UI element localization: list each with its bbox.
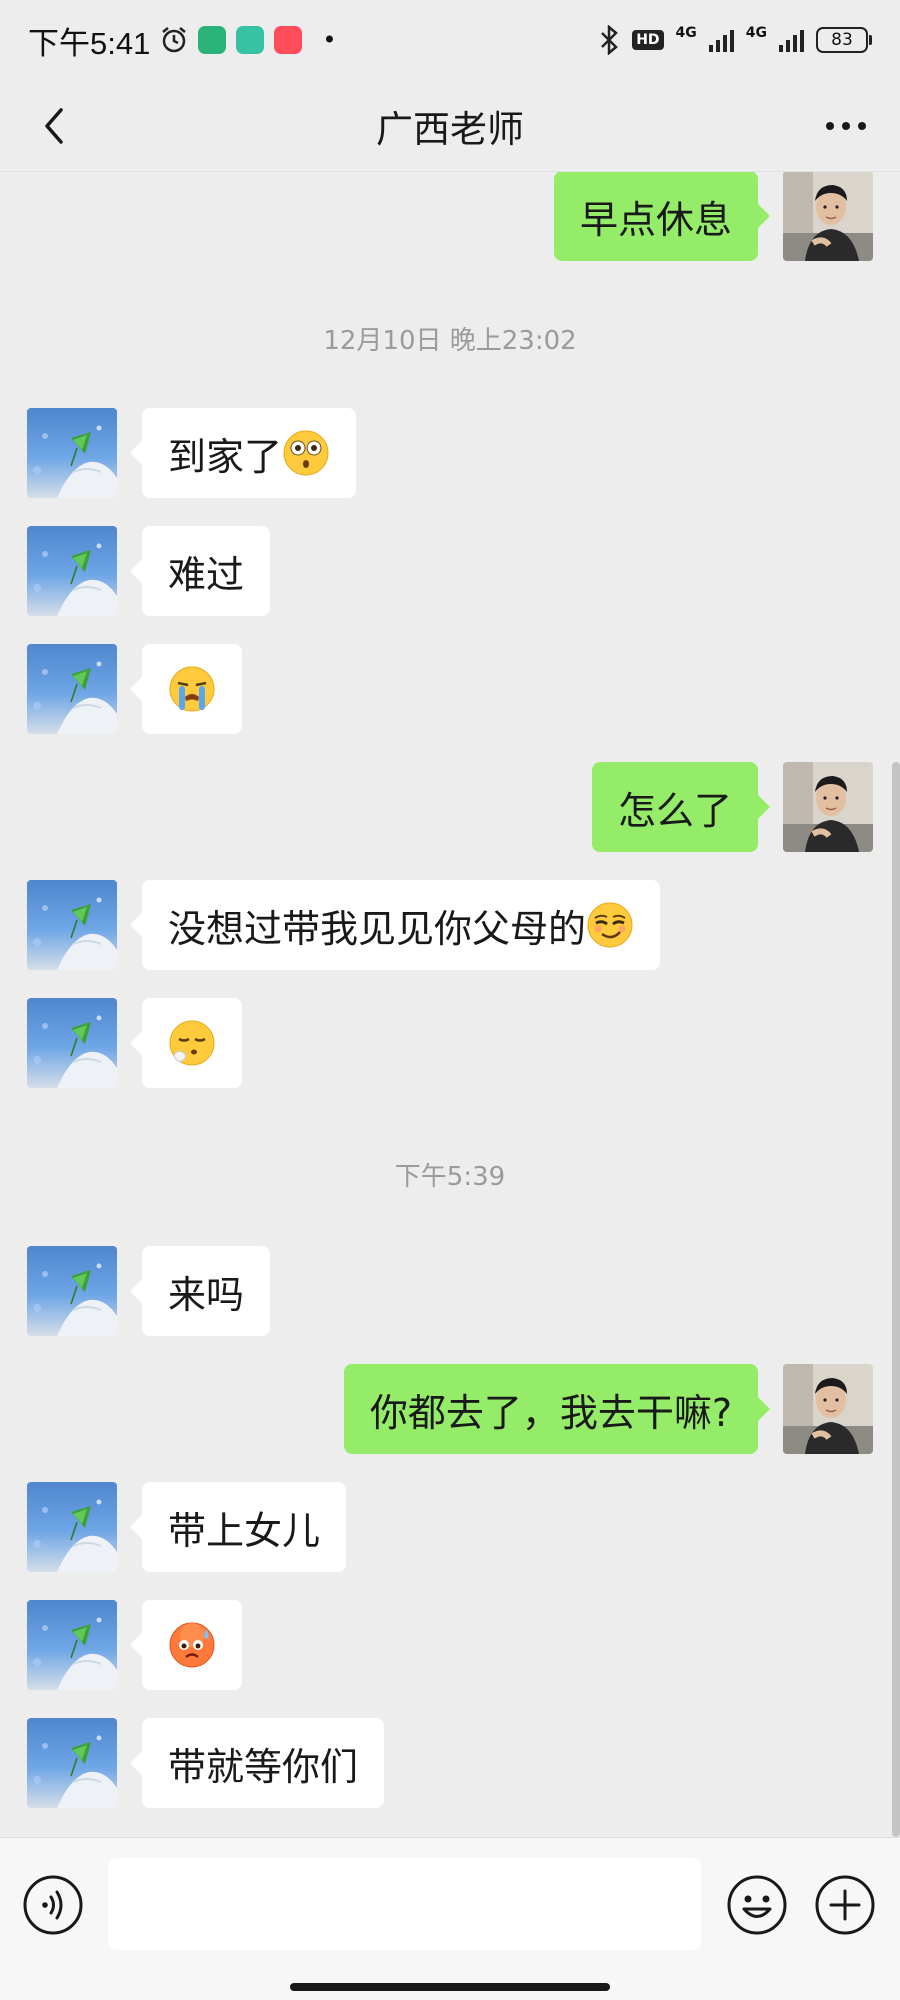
message-bubble[interactable]: 你都去了，我去干嘛? (343, 1364, 771, 1454)
avatar-contact[interactable] (27, 644, 117, 734)
battery-level: 83 (816, 27, 868, 53)
message-bubble[interactable]: 难过 (129, 526, 271, 616)
avatar-self[interactable] (783, 172, 873, 261)
avatar-contact[interactable] (27, 408, 117, 498)
back-button[interactable] (28, 100, 80, 152)
chat-title: 广西老师 (376, 107, 524, 151)
voice-icon (23, 1875, 83, 1935)
message-bubble[interactable]: 带就等你们 (129, 1718, 385, 1808)
avatar-contact[interactable] (27, 1482, 117, 1572)
status-time: 下午5:41 (28, 25, 151, 61)
message-bubble[interactable]: 来吗 (129, 1246, 271, 1336)
network-type-1: 4G (675, 25, 697, 41)
message-incoming: 来吗 (27, 1246, 271, 1336)
message-incoming (27, 1600, 242, 1690)
flushed-face-emoji-icon (282, 429, 330, 477)
app-notification-icon (274, 26, 303, 54)
avatar-self[interactable] (783, 1364, 873, 1454)
avatar-contact[interactable] (27, 880, 117, 970)
message-outgoing: 早点休息 (553, 172, 873, 261)
message-incoming (27, 998, 242, 1088)
smirk-face-emoji-icon (586, 901, 634, 949)
message-incoming (27, 644, 242, 734)
more-notifications-dot: • (322, 26, 337, 54)
crying-face-emoji-icon (168, 665, 216, 713)
chevron-left-icon (45, 108, 63, 144)
sigh-face-emoji-icon (168, 1019, 216, 1067)
message-bubble[interactable]: 到家了 (129, 408, 357, 498)
nav-bar: 广西老师 (0, 80, 900, 172)
message-input[interactable] (108, 1858, 701, 1950)
input-bar (0, 1837, 900, 2000)
timestamp: 下午5:39 (394, 1162, 506, 1192)
status-bar: 下午5:41 • HD 4G 4G 83 (0, 0, 900, 80)
voice-button[interactable] (22, 1874, 84, 1936)
message-outgoing: 你都去了，我去干嘛? (343, 1364, 873, 1454)
message-incoming: 带上女儿 (27, 1482, 347, 1572)
avatar-contact[interactable] (27, 1246, 117, 1336)
chat-scrollbar[interactable] (892, 762, 900, 1837)
message-incoming: 带就等你们 (27, 1718, 385, 1808)
app-notification-icon (198, 26, 227, 54)
bluetooth-icon (601, 25, 619, 55)
emoji-button[interactable] (726, 1874, 788, 1936)
avatar-self[interactable] (783, 762, 873, 852)
emoji-icon (727, 1875, 787, 1935)
more-button[interactable] (820, 100, 872, 152)
message-bubble[interactable] (130, 644, 242, 734)
message-bubble[interactable]: 怎么了 (591, 762, 771, 852)
message-bubble[interactable] (130, 998, 242, 1088)
chat-message-list[interactable]: 早点休息 12月10日 晚上23:02 到家了 难过 怎么了 没想过带我见见你父… (0, 172, 900, 1837)
plus-icon (815, 1875, 875, 1935)
message-incoming: 没想过带我见见你父母的 (27, 880, 661, 970)
app-notification-icon (236, 26, 265, 54)
home-indicator[interactable] (290, 1983, 610, 1991)
avatar-contact[interactable] (27, 1718, 117, 1808)
avatar-contact[interactable] (27, 526, 117, 616)
avatar-contact[interactable] (27, 1600, 117, 1690)
message-incoming: 到家了 (27, 408, 357, 498)
avatar-contact[interactable] (27, 998, 117, 1088)
message-outgoing: 怎么了 (591, 762, 873, 852)
message-bubble[interactable] (130, 1600, 242, 1690)
alarm-icon (162, 27, 187, 53)
signal-icon (708, 28, 734, 52)
battery-icon: 83 (816, 27, 872, 53)
timestamp: 12月10日 晚上23:02 (323, 326, 577, 356)
message-bubble[interactable]: 带上女儿 (129, 1482, 347, 1572)
message-incoming: 难过 (27, 526, 271, 616)
network-type-2: 4G (745, 25, 767, 41)
sweat-face-emoji-icon (168, 1621, 216, 1669)
more-functions-button[interactable] (814, 1874, 876, 1936)
more-dots-icon (826, 122, 866, 130)
message-bubble[interactable]: 早点休息 (553, 172, 771, 261)
signal-icon (779, 28, 804, 52)
message-bubble[interactable]: 没想过带我见见你父母的 (129, 880, 661, 970)
hd-badge: HD (632, 30, 664, 50)
